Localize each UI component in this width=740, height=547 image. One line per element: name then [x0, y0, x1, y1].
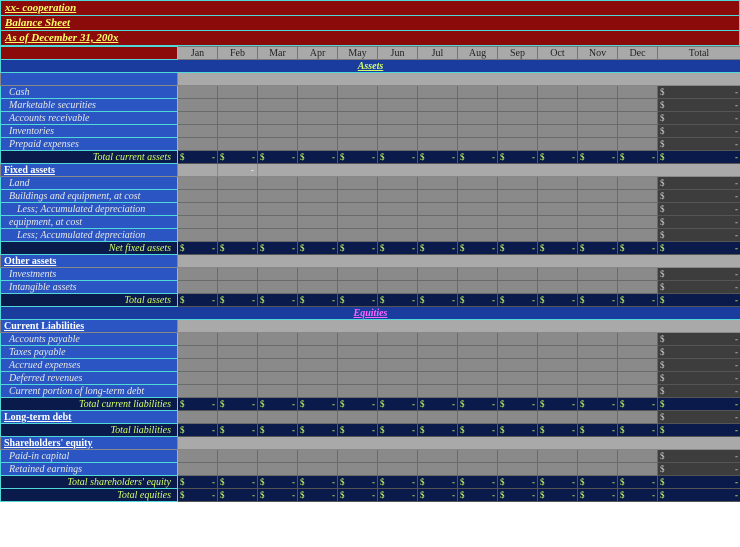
col-jan: Jan: [178, 47, 218, 60]
equities-header: Equities: [1, 307, 740, 320]
col-total: Total: [658, 47, 740, 60]
row-tca: Total current assets$-$-$-$-$-$-$-$-$-$-…: [1, 151, 740, 164]
row-bdep: Less; Accumulated depreciation$-: [1, 203, 740, 216]
assets-header: Assets: [1, 60, 740, 73]
row-tp: Taxes payable$-: [1, 346, 740, 359]
as-of-date: As of December 31, 200x: [1, 31, 740, 46]
row-ltd: Long-term debt$-: [1, 411, 740, 424]
current-liabilities-header: Current Liabilities: [1, 320, 740, 333]
col-may: May: [338, 47, 378, 60]
row-edep: Less; Accumulated depreciation$-: [1, 229, 740, 242]
row-invst: Investments$-: [1, 268, 740, 281]
row-ta: Total assets$-$-$-$-$-$-$-$-$-$-$-$-$-: [1, 294, 740, 307]
col-jun: Jun: [378, 47, 418, 60]
row-tse: Total shareholders' equity$-$-$-$-$-$-$-…: [1, 476, 740, 489]
row-eq: equipment, at cost$-: [1, 216, 740, 229]
row-intan: Intangible assets$-: [1, 281, 740, 294]
row-tl: Total liabilities$-$-$-$-$-$-$-$-$-$-$-$…: [1, 424, 740, 437]
col-mar: Mar: [258, 47, 298, 60]
fixed-assets-header: Fixed assets-: [1, 164, 740, 177]
shareholders-equity-header: Shareholders' equity: [1, 437, 740, 450]
row-ae: Accrued expenses$-: [1, 359, 740, 372]
row-cpltd: Current portion of long-term debt$-: [1, 385, 740, 398]
company-name: xx- cooperation: [1, 1, 740, 16]
col-jul: Jul: [418, 47, 458, 60]
row-te: Total equities$-$-$-$-$-$-$-$-$-$-$-$-$-: [1, 489, 740, 502]
row-beq: Buildings and equipment, at cost$-: [1, 190, 740, 203]
row-prep: Prepaid expenses$-: [1, 138, 740, 151]
row-ar: Accounts receivable$-: [1, 112, 740, 125]
grid: Jan Feb Mar Apr May Jun Jul Aug Sep Oct …: [0, 46, 740, 502]
col-nov: Nov: [578, 47, 618, 60]
spacer: [1, 73, 740, 86]
col-apr: Apr: [298, 47, 338, 60]
balance-sheet: xx- cooperation Balance Sheet As of Dece…: [0, 0, 740, 502]
header-block: xx- cooperation Balance Sheet As of Dece…: [0, 0, 740, 46]
col-sep: Sep: [498, 47, 538, 60]
row-tcl: Total current liabilities$-$-$-$-$-$-$-$…: [1, 398, 740, 411]
row-pic: Paid-in capital$-: [1, 450, 740, 463]
col-dec: Dec: [618, 47, 658, 60]
col-feb: Feb: [218, 47, 258, 60]
row-inv: Inventories$-: [1, 125, 740, 138]
col-oct: Oct: [538, 47, 578, 60]
row-ap: Accounts payable$-: [1, 333, 740, 346]
row-land: Land$-: [1, 177, 740, 190]
blank-corner: [1, 47, 178, 60]
row-dr: Deferred revenues$-: [1, 372, 740, 385]
col-aug: Aug: [458, 47, 498, 60]
month-header-row: Jan Feb Mar Apr May Jun Jul Aug Sep Oct …: [1, 47, 740, 60]
row-msec: Marketable securities$-: [1, 99, 740, 112]
doc-title: Balance Sheet: [1, 16, 740, 31]
row-re: Retained earnings$-: [1, 463, 740, 476]
row-cash: Cash$-: [1, 86, 740, 99]
row-nfa: Net fixed assets$-$-$-$-$-$-$-$-$-$-$-$-…: [1, 242, 740, 255]
other-assets-header: Other assets: [1, 255, 740, 268]
